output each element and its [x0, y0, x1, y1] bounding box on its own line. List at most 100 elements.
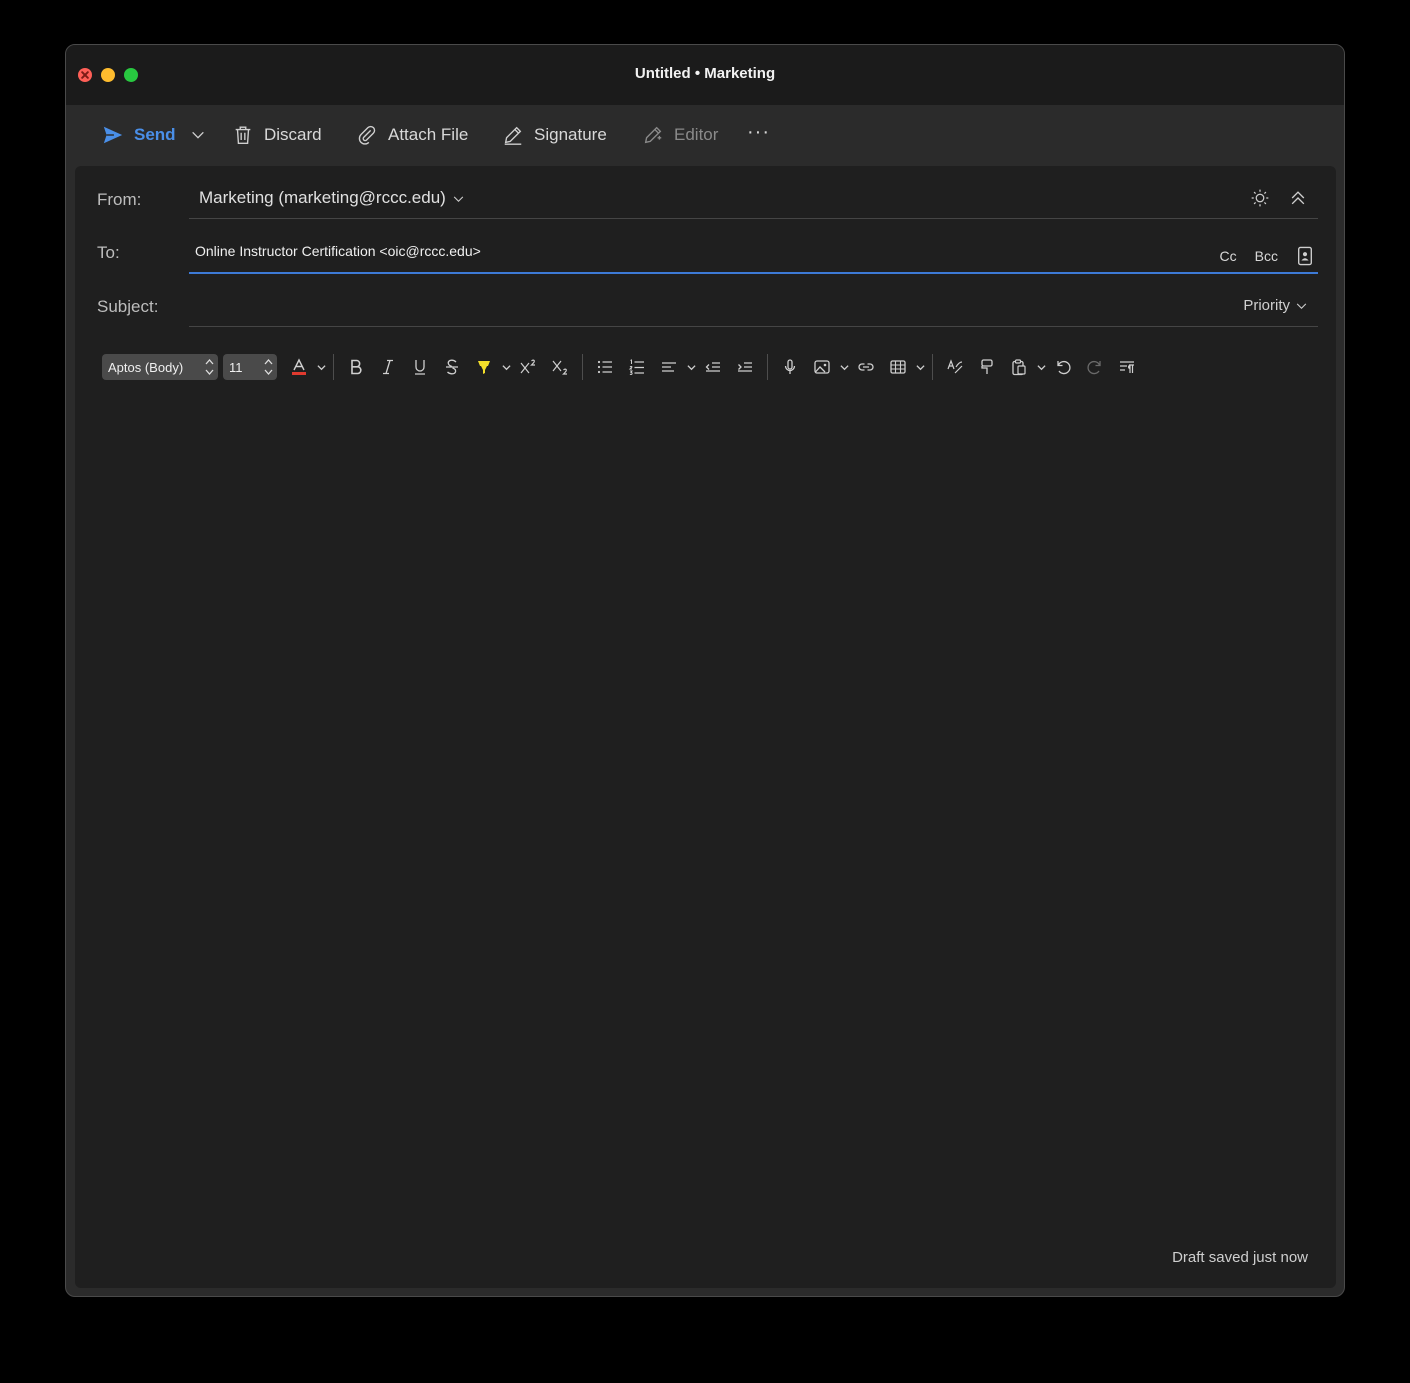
- strikethrough-button[interactable]: [436, 353, 468, 381]
- subscript-icon: [552, 360, 567, 375]
- attach-file-button[interactable]: Attach File: [356, 122, 468, 148]
- send-button[interactable]: Send: [102, 122, 176, 148]
- draft-status: Draft saved just now: [1172, 1249, 1308, 1266]
- from-account-selector[interactable]: Marketing (marketing@rccc.edu): [199, 188, 465, 208]
- font-family-value: Aptos (Body): [108, 359, 184, 375]
- redo-button[interactable]: [1079, 353, 1111, 381]
- send-icon: [103, 126, 123, 144]
- align-dropdown[interactable]: [685, 353, 697, 381]
- compose-pane: From: Marketing (marketing@rccc.edu) To:…: [75, 166, 1336, 1288]
- chevron-down-icon: [1296, 303, 1307, 309]
- font-color-button[interactable]: [283, 353, 315, 381]
- address-book-icon[interactable]: [1296, 246, 1314, 266]
- paste-dropdown[interactable]: [1035, 353, 1047, 381]
- undo-button[interactable]: [1047, 353, 1079, 381]
- send-label: Send: [134, 125, 176, 144]
- decrease-indent-button[interactable]: [697, 353, 729, 381]
- more-icon: ···: [747, 120, 770, 143]
- spell-check-icon: [947, 359, 963, 374]
- font-size-value: 11: [229, 359, 243, 375]
- highlight-dropdown[interactable]: [500, 353, 512, 381]
- window-title: Untitled • Marketing: [634, 65, 776, 82]
- align-left-icon: [662, 362, 676, 372]
- bold-button[interactable]: [340, 353, 372, 381]
- underline-icon: [415, 360, 425, 375]
- trash-icon: [235, 126, 251, 144]
- editor-pen-icon: [644, 126, 662, 144]
- to-recipient[interactable]: Online Instructor Certification <oic@rcc…: [195, 243, 481, 259]
- picture-dropdown[interactable]: [838, 353, 850, 381]
- bold-icon: [351, 359, 362, 375]
- separator: [767, 354, 768, 380]
- priority-button[interactable]: Priority: [1243, 297, 1308, 314]
- subscript-button[interactable]: [544, 353, 576, 381]
- dictate-button[interactable]: [774, 353, 806, 381]
- discard-button[interactable]: Discard: [232, 122, 322, 148]
- subject-input[interactable]: [199, 294, 1103, 320]
- updown-icon: [205, 359, 214, 375]
- editor-button[interactable]: Editor: [642, 122, 718, 148]
- microphone-icon: [784, 359, 796, 374]
- to-actions: Cc Bcc: [1220, 246, 1314, 266]
- more-options-button[interactable]: ···: [747, 119, 770, 145]
- insert-table-button[interactable]: [882, 353, 914, 381]
- show-formatting-button[interactable]: [1111, 353, 1143, 381]
- font-family-select[interactable]: Aptos (Body): [102, 354, 218, 380]
- updown-icon: [264, 359, 273, 375]
- paste-button[interactable]: [1003, 353, 1035, 381]
- bullet-list-icon: [597, 360, 612, 374]
- chevron-down-icon: [501, 364, 511, 370]
- font-color-icon: [292, 358, 306, 375]
- from-label: From:: [97, 190, 142, 209]
- increase-indent-button[interactable]: [729, 353, 761, 381]
- highlight-button[interactable]: [468, 353, 500, 381]
- cc-button[interactable]: Cc: [1220, 248, 1237, 264]
- image-icon: [814, 360, 830, 374]
- chevron-down-icon: [453, 195, 464, 202]
- chevron-down-icon: [686, 364, 696, 370]
- formatting-toolbar: Aptos (Body) 11: [102, 353, 1143, 381]
- bcc-button[interactable]: Bcc: [1255, 248, 1278, 264]
- insert-link-button[interactable]: [850, 353, 882, 381]
- outdent-icon: [705, 362, 720, 372]
- signature-label: Signature: [534, 125, 607, 144]
- paragraph-marks-icon: [1120, 361, 1134, 373]
- chevron-down-icon: [316, 364, 326, 370]
- compose-window: Untitled • Marketing Send Discard Attach…: [65, 44, 1345, 1297]
- signature-button[interactable]: Signature: [502, 122, 607, 148]
- indent-icon: [738, 362, 752, 372]
- paintbrush-icon: [981, 359, 993, 374]
- compose-toolbar: Send Discard Attach File Signature Edito…: [66, 105, 1344, 165]
- underline-button[interactable]: [404, 353, 436, 381]
- italic-icon: [383, 359, 393, 375]
- clipboard-icon: [1012, 359, 1026, 376]
- editor-label: Editor: [674, 125, 719, 144]
- bullet-list-button[interactable]: [589, 353, 621, 381]
- highlighter-icon: [478, 361, 490, 374]
- format-painter-button[interactable]: [971, 353, 1003, 381]
- sun-icon[interactable]: [1250, 188, 1270, 208]
- collapse-icon[interactable]: [1288, 188, 1308, 208]
- send-options-button[interactable]: [190, 122, 206, 148]
- separator: [333, 354, 334, 380]
- superscript-button[interactable]: [512, 353, 544, 381]
- table-dropdown[interactable]: [914, 353, 926, 381]
- strikethrough-icon: [446, 359, 458, 375]
- attach-file-label: Attach File: [388, 125, 469, 144]
- separator: [932, 354, 933, 380]
- font-color-dropdown[interactable]: [315, 353, 327, 381]
- to-label: To:: [97, 243, 120, 262]
- spelling-button[interactable]: [939, 353, 971, 381]
- insert-picture-button[interactable]: [806, 353, 838, 381]
- pen-icon: [504, 126, 522, 145]
- superscript-icon: [520, 359, 535, 374]
- separator: [582, 354, 583, 380]
- numbered-list-button[interactable]: [621, 353, 653, 381]
- font-size-select[interactable]: 11: [223, 354, 277, 380]
- subject-label: Subject:: [97, 297, 159, 316]
- align-button[interactable]: [653, 353, 685, 381]
- from-value: Marketing (marketing@rccc.edu): [199, 188, 446, 207]
- chevron-down-icon: [1036, 364, 1046, 370]
- table-icon: [890, 360, 906, 374]
- italic-button[interactable]: [372, 353, 404, 381]
